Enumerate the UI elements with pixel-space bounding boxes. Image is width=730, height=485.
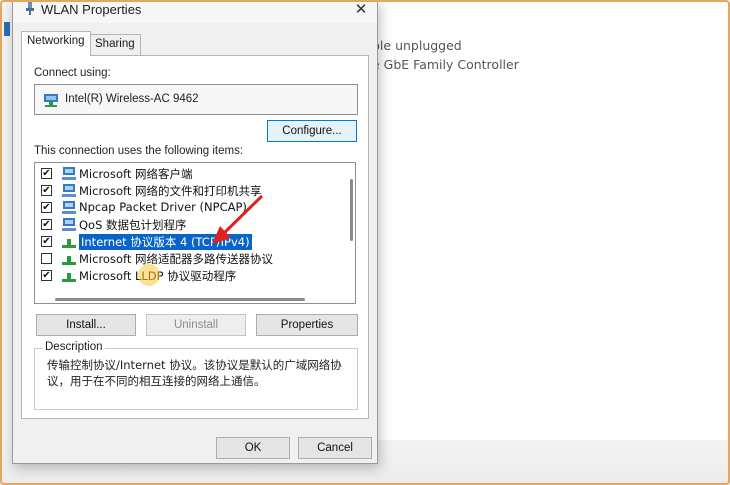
red-arrow-annotation [212,194,264,244]
tab-networking[interactable]: Networking [21,31,91,56]
